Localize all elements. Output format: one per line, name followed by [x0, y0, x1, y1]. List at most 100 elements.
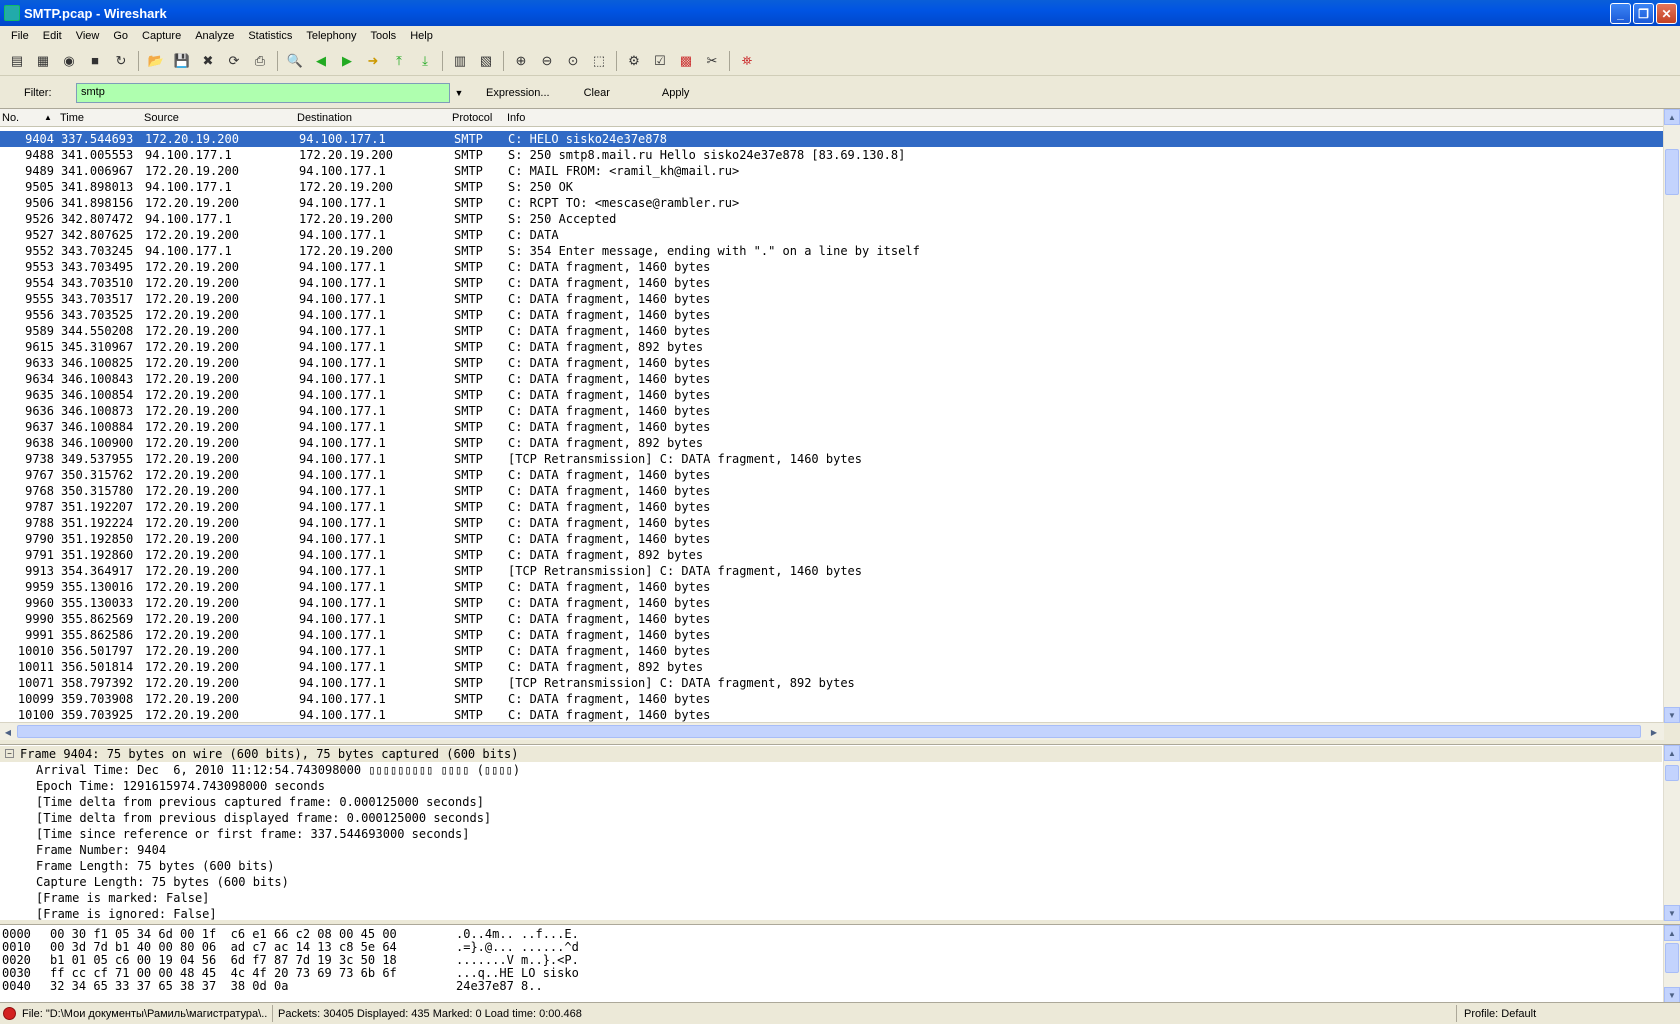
expert-info-icon[interactable] — [3, 1007, 16, 1020]
close-button[interactable]: ✕ — [1656, 3, 1677, 24]
packet-row[interactable]: 10010 356.501797 172.20.19.200 94.100.177.1… — [0, 643, 1664, 659]
interfaces-icon[interactable]: ▤ — [6, 50, 28, 72]
scroll-thumb[interactable] — [1665, 765, 1679, 781]
packet-row[interactable]: 9555 343.703517 172.20.19.200 94.100.177.1 S… — [0, 291, 1664, 307]
menu-view[interactable]: View — [69, 30, 107, 42]
packet-row[interactable]: 9768 350.315780 172.20.19.200 94.100.177.1 S… — [0, 483, 1664, 499]
maximize-button[interactable]: ❐ — [1633, 3, 1654, 24]
details-scrollbar[interactable]: ▲ ▼ — [1663, 745, 1680, 921]
packet-row[interactable]: 9637 346.100884 172.20.19.200 94.100.177.1 S… — [0, 419, 1664, 435]
menu-capture[interactable]: Capture — [135, 30, 188, 42]
colorize-icon[interactable]: ▥ — [449, 50, 471, 72]
packet-row[interactable]: 10099 359.703908 172.20.19.200 94.100.177.1… — [0, 691, 1664, 707]
packet-list-scrollbar[interactable]: ▲ ▼ — [1663, 109, 1680, 723]
menu-statistics[interactable]: Statistics — [241, 30, 299, 42]
packet-row[interactable]: 9633 346.100825 172.20.19.200 94.100.177.1 S… — [0, 355, 1664, 371]
packet-row[interactable]: 9527 342.807625 172.20.19.200 94.100.177.1 S… — [0, 227, 1664, 243]
autoscroll-icon[interactable]: ▧ — [475, 50, 497, 72]
packet-list-hscrollbar[interactable]: ◀ ▶ — [0, 722, 1664, 740]
capture-filters-icon[interactable]: ⚙ — [623, 50, 645, 72]
packet-row[interactable]: 9913 354.364917 172.20.19.200 94.100.177.1 S… — [0, 563, 1664, 579]
packet-row[interactable]: 9960 355.130033 172.20.19.200 94.100.177.1 S… — [0, 595, 1664, 611]
detail-line[interactable]: Epoch Time: 1291615974.743098000 seconds — [36, 778, 325, 794]
find-packet-icon[interactable]: 🔍 — [284, 50, 306, 72]
preferences-icon[interactable]: ✂ — [701, 50, 723, 72]
packet-row[interactable]: 9767 350.315762 172.20.19.200 94.100.177.1 S… — [0, 467, 1664, 483]
menu-file[interactable]: File — [4, 30, 36, 42]
packet-row[interactable]: 9738 349.537955 172.20.19.200 94.100.177.1 S… — [0, 451, 1664, 467]
detail-line[interactable]: [Time since reference or first frame: 33… — [36, 826, 469, 842]
packet-row[interactable]: 9615 345.310967 172.20.19.200 94.100.177.1 S… — [0, 339, 1664, 355]
scroll-down-icon[interactable]: ▼ — [1664, 905, 1680, 921]
menu-telephony[interactable]: Telephony — [299, 30, 363, 42]
menu-analyze[interactable]: Analyze — [188, 30, 241, 42]
filter-input[interactable]: smtp — [76, 83, 450, 103]
packet-row[interactable]: 9488 341.005553 94.100.177.1 172.20.19.200 S… — [0, 147, 1664, 163]
stop-capture-icon[interactable]: ■ — [84, 50, 106, 72]
packet-row[interactable]: 9634 346.100843 172.20.19.200 94.100.177.1 S… — [0, 371, 1664, 387]
go-to-packet-icon[interactable]: ➜ — [362, 50, 384, 72]
packet-row[interactable]: 9506 341.898156 172.20.19.200 94.100.177.1 S… — [0, 195, 1664, 211]
col-header-no[interactable]: No. — [2, 112, 19, 124]
detail-line[interactable]: Capture Length: 75 bytes (600 bits) — [36, 874, 289, 890]
normal-size-icon[interactable]: ⊙ — [562, 50, 584, 72]
scroll-up-icon[interactable]: ▲ — [1664, 109, 1680, 125]
packet-row[interactable]: 9505 341.898013 94.100.177.1 172.20.19.200 S… — [0, 179, 1664, 195]
detail-line[interactable]: Frame Length: 75 bytes (600 bits) — [36, 858, 274, 874]
packet-row[interactable]: 9959 355.130016 172.20.19.200 94.100.177.1 S… — [0, 579, 1664, 595]
packet-row[interactable]: 9990 355.862569 172.20.19.200 94.100.177.1 S… — [0, 611, 1664, 627]
print-icon[interactable]: ⎙ — [249, 50, 271, 72]
scroll-up-icon[interactable]: ▲ — [1664, 745, 1680, 761]
packet-row[interactable]: 9991 355.862586 172.20.19.200 94.100.177.1 S… — [0, 627, 1664, 643]
packet-row[interactable]: 9791 351.192860 172.20.19.200 94.100.177.1 S… — [0, 547, 1664, 563]
packet-row[interactable]: 9636 346.100873 172.20.19.200 94.100.177.1 S… — [0, 403, 1664, 419]
hex-ascii[interactable]: 24e37e87 8.. — [456, 980, 543, 993]
resize-columns-icon[interactable]: ⬚ — [588, 50, 610, 72]
detail-line[interactable]: [Time delta from previous captured frame… — [36, 794, 484, 810]
start-capture-icon[interactable]: ◉ — [58, 50, 80, 72]
col-header-destination[interactable]: Destination — [297, 112, 352, 124]
open-file-icon[interactable]: 📂 — [145, 50, 167, 72]
close-file-icon[interactable]: ✖ — [197, 50, 219, 72]
scroll-right-icon[interactable]: ▶ — [1646, 724, 1662, 740]
restart-capture-icon[interactable]: ↻ — [110, 50, 132, 72]
clear-button[interactable]: Clear — [578, 87, 616, 99]
packet-row[interactable]: 10071 358.797392 172.20.19.200 94.100.177.1… — [0, 675, 1664, 691]
packet-row[interactable]: 9553 343.703495 172.20.19.200 94.100.177.1 S… — [0, 259, 1664, 275]
packet-row[interactable]: 9635 346.100854 172.20.19.200 94.100.177.1 S… — [0, 387, 1664, 403]
detail-line[interactable]: [Time delta from previous displayed fram… — [36, 810, 491, 826]
hex-bytes[interactable]: 32 34 65 33 37 65 38 37 38 0d 0a — [50, 980, 288, 993]
detail-line[interactable]: [Frame is ignored: False] — [36, 906, 217, 920]
scroll-up-icon[interactable]: ▲ — [1664, 925, 1680, 941]
minimize-button[interactable]: _ — [1610, 3, 1631, 24]
col-header-info[interactable]: Info — [507, 112, 525, 124]
scroll-left-icon[interactable]: ◀ — [0, 724, 16, 740]
detail-line[interactable]: [Frame is marked: False] — [36, 890, 209, 906]
display-filters-icon[interactable]: ☑ — [649, 50, 671, 72]
capture-options-icon[interactable]: ▦ — [32, 50, 54, 72]
packet-row[interactable]: 9787 351.192207 172.20.19.200 94.100.177.1 S… — [0, 499, 1664, 515]
help-icon[interactable]: ⛯ — [736, 50, 758, 72]
hscroll-thumb[interactable] — [17, 725, 1641, 738]
menu-help[interactable]: Help — [403, 30, 440, 42]
col-header-time[interactable]: Time — [60, 112, 84, 124]
zoom-in-icon[interactable]: ⊕ — [510, 50, 532, 72]
apply-button[interactable]: Apply — [656, 87, 696, 99]
packet-row[interactable]: 9589 344.550208 172.20.19.200 94.100.177.1 S… — [0, 323, 1664, 339]
packet-row[interactable]: 9489 341.006967 172.20.19.200 94.100.177.1 S… — [0, 163, 1664, 179]
packet-row[interactable]: 9552 343.703245 94.100.177.1 172.20.19.200 S… — [0, 243, 1664, 259]
packet-row[interactable]: 9638 346.100900 172.20.19.200 94.100.177.1 S… — [0, 435, 1664, 451]
collapse-icon[interactable]: − — [5, 749, 14, 758]
packet-row[interactable]: 9788 351.192224 172.20.19.200 94.100.177.1 S… — [0, 515, 1664, 531]
scroll-thumb[interactable] — [1665, 943, 1679, 973]
menu-edit[interactable]: Edit — [36, 30, 69, 42]
frame-summary[interactable]: Frame 9404: 75 bytes on wire (600 bits),… — [20, 746, 519, 762]
hex-scrollbar[interactable]: ▲ ▼ — [1663, 925, 1680, 1003]
go-forward-icon[interactable]: ▶ — [336, 50, 358, 72]
detail-line[interactable]: Frame Number: 9404 — [36, 842, 166, 858]
packet-row[interactable]: 9556 343.703525 172.20.19.200 94.100.177.1 S… — [0, 307, 1664, 323]
packet-row[interactable]: 9790 351.192850 172.20.19.200 94.100.177.1 S… — [0, 531, 1664, 547]
menu-go[interactable]: Go — [106, 30, 135, 42]
packet-row[interactable]: 9554 343.703510 172.20.19.200 94.100.177.1 S… — [0, 275, 1664, 291]
packet-row[interactable]: 10100 359.703925 172.20.19.200 94.100.177.1… — [0, 707, 1664, 723]
